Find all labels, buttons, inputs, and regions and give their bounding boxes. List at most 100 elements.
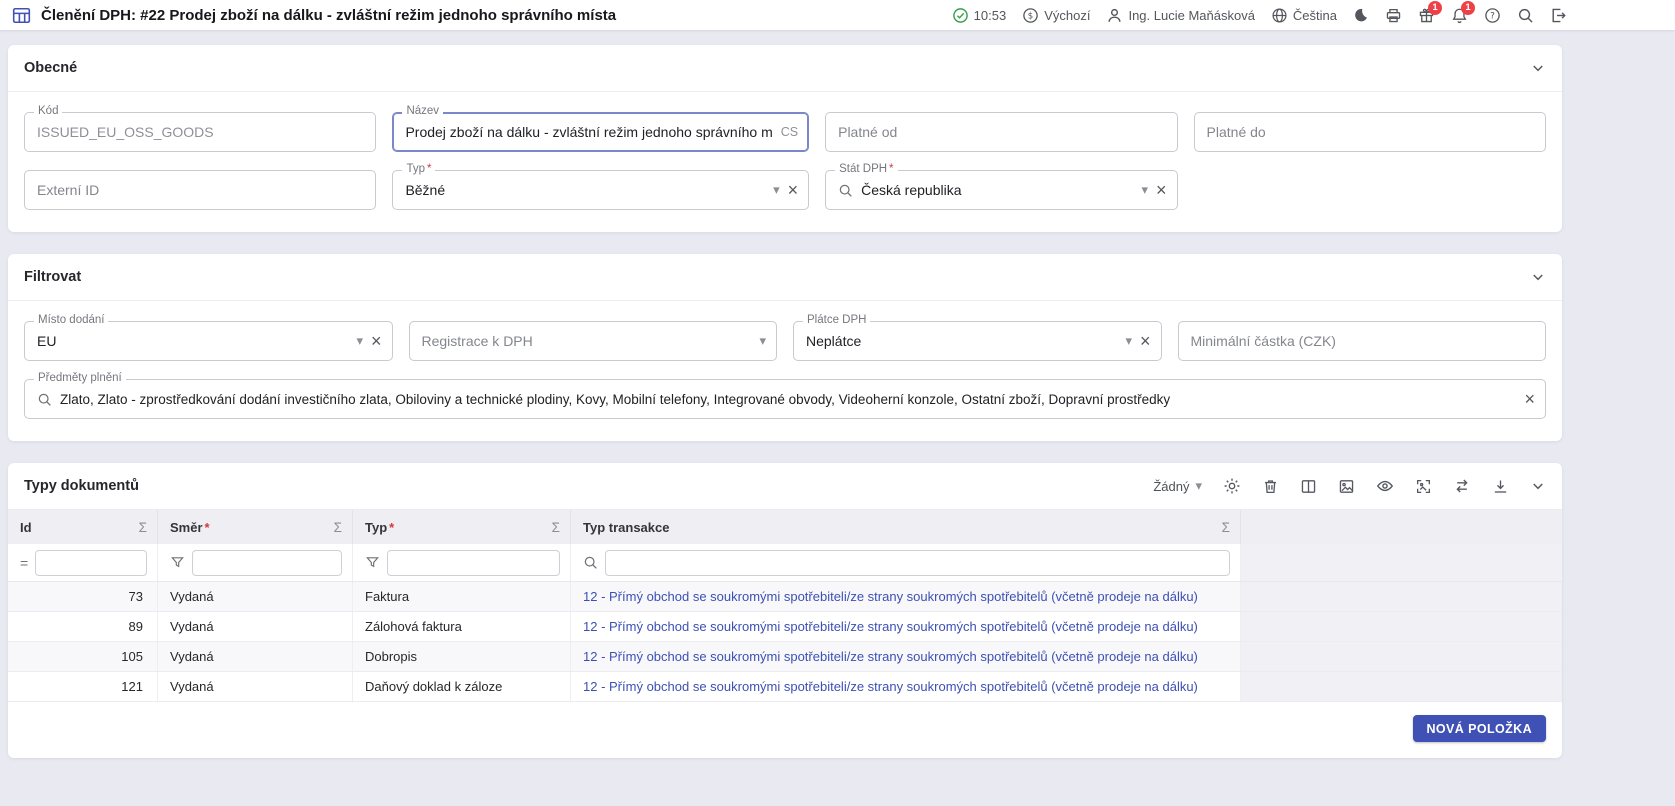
column-header-id[interactable]: Id Σ — [8, 510, 158, 544]
registrace-k-dph-field[interactable]: Registrace k DPH ▾ — [408, 321, 777, 361]
filter-section: Filtrovat Místo dodání EU ▾ × Registrace… — [8, 254, 1562, 441]
platne-do-field[interactable]: Platné do — [1193, 112, 1546, 152]
eye-icon[interactable] — [1376, 477, 1394, 495]
dark-mode-icon[interactable] — [1353, 7, 1369, 23]
saved-check-icon — [952, 7, 969, 24]
clear-icon[interactable]: × — [1140, 332, 1151, 350]
aggregate-sigma-icon[interactable]: Σ — [334, 520, 342, 535]
cell-typ-transakce-link[interactable]: 12 - Přímý obchod se soukromými spotřebi… — [571, 642, 1241, 671]
cell-typ-transakce-link[interactable]: 12 - Přímý obchod se soukromými spotřebi… — [571, 612, 1241, 641]
logout-icon[interactable] — [1550, 7, 1567, 24]
equals-operator[interactable]: = — [20, 555, 28, 571]
id-filter-input[interactable] — [35, 549, 147, 576]
cell-smer: Vydaná — [158, 642, 353, 671]
clear-icon[interactable]: × — [1156, 181, 1167, 199]
chevron-down-icon[interactable] — [1530, 269, 1546, 285]
table-filter-row: = — [8, 544, 1562, 582]
settings-gear-icon[interactable] — [1223, 477, 1241, 495]
dropdown-caret-icon[interactable]: ▾ — [1142, 182, 1149, 198]
view-columns-icon[interactable] — [1300, 478, 1317, 495]
platce-dph-field[interactable]: Plátce DPH Neplátce ▾ × — [793, 314, 1162, 361]
table-row[interactable]: 73 Vydaná Faktura 12 - Přímý obchod se s… — [8, 582, 1562, 612]
column-header-smer[interactable]: Směr * Σ — [158, 510, 353, 544]
column-header-filler — [1241, 510, 1562, 544]
cell-filler — [1241, 642, 1562, 671]
typ-field[interactable]: Typ * Běžné ▾ × — [392, 163, 810, 210]
table-row[interactable]: 121 Vydaná Daňový doklad k záloze 12 - P… — [8, 672, 1562, 702]
cell-id: 73 — [8, 582, 158, 611]
minimalni-castka-field[interactable]: Minimální částka (CZK) — [1177, 321, 1546, 361]
dropdown-caret-icon[interactable]: ▾ — [759, 333, 766, 349]
aggregate-sigma-icon[interactable]: Σ — [1222, 520, 1230, 535]
cell-typ-transakce-link[interactable]: 12 - Přímý obchod se soukromými spotřebi… — [571, 672, 1241, 701]
kod-field[interactable]: Kód ISSUED_EU_OSS_GOODS — [24, 105, 377, 152]
download-icon[interactable] — [1492, 478, 1509, 495]
general-section-header[interactable]: Obecné — [8, 45, 1562, 92]
autosave-status: 10:53 — [952, 7, 1006, 24]
user-icon — [1106, 7, 1123, 24]
trash-icon[interactable] — [1262, 478, 1279, 495]
table-row[interactable]: 105 Vydaná Dobropis 12 - Přímý obchod se… — [8, 642, 1562, 672]
image-icon[interactable] — [1338, 478, 1355, 495]
column-header-typ[interactable]: Typ * Σ — [353, 510, 571, 544]
search-icon[interactable] — [1517, 7, 1534, 24]
globe-icon — [1271, 7, 1288, 24]
swap-horizontal-icon[interactable] — [1453, 477, 1471, 495]
externi-id-field[interactable]: Externí ID — [24, 170, 377, 210]
dropdown-caret-icon[interactable]: ▾ — [356, 333, 363, 349]
clear-icon[interactable]: × — [788, 181, 799, 199]
print-icon[interactable] — [1385, 7, 1402, 24]
misto-dodani-field[interactable]: Místo dodání EU ▾ × — [24, 314, 393, 361]
table-header-row: Id Σ Směr * Σ Typ * Σ Typ transakce Σ — [8, 510, 1562, 544]
search-icon[interactable] — [583, 555, 598, 570]
table-toolbar: Žádný ▾ — [1153, 477, 1546, 495]
language-selector[interactable]: Čeština — [1271, 7, 1337, 24]
table-row[interactable]: 89 Vydaná Zálohová faktura 12 - Přímý ob… — [8, 612, 1562, 642]
chevron-down-icon[interactable] — [1530, 478, 1546, 494]
user-menu[interactable]: Ing. Lucie Maňásková — [1106, 7, 1255, 24]
clear-icon[interactable]: × — [371, 332, 382, 350]
gifts-icon[interactable]: 1 — [1418, 0, 1442, 24]
clear-icon[interactable]: × — [1524, 390, 1535, 408]
minimalni-castka-placeholder: Minimální částka (CZK) — [1190, 333, 1336, 349]
language-suffix: CS — [780, 125, 799, 139]
help-icon[interactable]: ? — [1484, 7, 1501, 24]
new-item-button[interactable]: NOVÁ POLOŽKA — [1412, 715, 1546, 742]
smer-filter-input[interactable] — [192, 549, 342, 576]
predmety-plneni-field[interactable]: Předměty plnění Zlato, Zlato - zprostřed… — [24, 372, 1546, 419]
dropdown-caret-icon[interactable]: ▾ — [1125, 333, 1132, 349]
typ-filter-input[interactable] — [387, 549, 560, 576]
dropdown-caret-icon[interactable]: ▾ — [773, 182, 780, 198]
wallpaper-icon[interactable] — [1415, 478, 1432, 495]
nazev-field[interactable]: Název Prodej zboží na dálku - zvláštní r… — [392, 105, 810, 152]
nazev-value: Prodej zboží na dálku - zvláštní režim j… — [405, 124, 773, 140]
filter-filler — [1241, 544, 1562, 581]
platne-od-field[interactable]: Platné od — [825, 112, 1178, 152]
typ-transakce-filter-input[interactable] — [605, 549, 1230, 576]
general-section-title: Obecné — [24, 60, 78, 76]
filter-funnel-icon[interactable] — [365, 555, 380, 570]
stat-dph-field[interactable]: Stát DPH * Česká republika ▾ × — [825, 163, 1178, 210]
required-mark: * — [889, 163, 894, 175]
kod-label: Kód — [38, 105, 59, 117]
typ-label: Typ — [406, 163, 425, 175]
svg-text:$: $ — [1028, 11, 1033, 21]
user-name: Ing. Lucie Maňásková — [1128, 7, 1255, 23]
column-header-typ-transakce[interactable]: Typ transakce Σ — [571, 510, 1241, 544]
filter-section-title: Filtrovat — [24, 269, 82, 285]
filter-funnel-icon[interactable] — [170, 555, 185, 570]
dropdown-caret-icon: ▾ — [1195, 478, 1202, 493]
cell-filler — [1241, 612, 1562, 641]
notifications-icon[interactable]: 1 — [1451, 0, 1475, 24]
chevron-down-icon[interactable] — [1530, 60, 1546, 76]
group-by-dropdown[interactable]: Žádný ▾ — [1153, 478, 1202, 494]
aggregate-sigma-icon[interactable]: Σ — [552, 520, 560, 535]
filter-section-header[interactable]: Filtrovat — [8, 254, 1562, 301]
cell-typ-transakce-link[interactable]: 12 - Přímý obchod se soukromými spotřebi… — [571, 582, 1241, 611]
profile-selector[interactable]: $ Výchozí — [1022, 7, 1090, 24]
app-grid-icon[interactable] — [12, 6, 31, 25]
main-content: Obecné Kód ISSUED_EU_OSS_GOODS Název Pro… — [0, 30, 1675, 758]
cell-typ: Dobropis — [353, 642, 571, 671]
aggregate-sigma-icon[interactable]: Σ — [139, 520, 147, 535]
documents-section: Typy dokumentů Žádný ▾ Id Σ Směr * Σ Typ… — [8, 463, 1562, 758]
